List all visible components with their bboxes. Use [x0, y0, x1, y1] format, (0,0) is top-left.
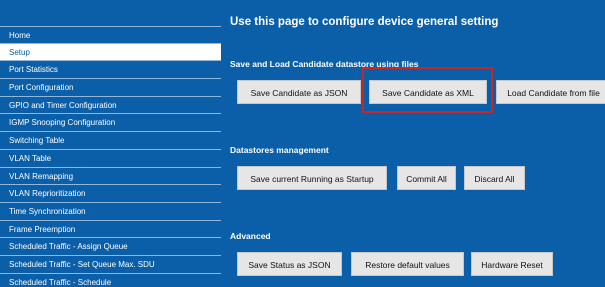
sidebar-item-setup[interactable]: Setup	[0, 43, 221, 62]
page-title: Use this page to configure device genera…	[230, 16, 499, 28]
sidebar-item-frame-preemption[interactable]: Frame Preemption	[0, 221, 221, 239]
sidebar-item-sched-schedule[interactable]: Scheduled Traffic - Schedule	[0, 274, 221, 287]
load-candidate-button[interactable]: Load Candidate from file	[496, 80, 605, 104]
sidebar-item-gpio-timer[interactable]: GPIO and Timer Configuration	[0, 97, 221, 115]
hardware-reset-button[interactable]: Hardware Reset	[471, 252, 553, 276]
commit-all-button[interactable]: Commit All	[397, 166, 456, 190]
discard-all-button[interactable]: Discard All	[464, 166, 525, 190]
section-label-datastores: Datastores management	[230, 145, 329, 155]
sidebar-item-sched-assign-queue[interactable]: Scheduled Traffic - Assign Queue	[0, 238, 221, 256]
main-panel: Use this page to configure device genera…	[221, 0, 605, 287]
save-running-startup-button[interactable]: Save current Running as Startup	[237, 166, 387, 190]
sidebar: Home Setup Port Statistics Port Configur…	[0, 0, 221, 287]
sidebar-item-time-synchronization[interactable]: Time Synchronization	[0, 203, 221, 221]
section-label-advanced: Advanced	[230, 231, 271, 241]
sidebar-item-switching-table[interactable]: Switching Table	[0, 132, 221, 150]
save-candidate-json-button[interactable]: Save Candidate as JSON	[237, 80, 361, 104]
restore-defaults-button[interactable]: Restore default values	[351, 252, 464, 276]
highlight-box	[362, 67, 493, 113]
sidebar-item-home[interactable]: Home	[0, 26, 221, 44]
sidebar-item-vlan-table[interactable]: VLAN Table	[0, 150, 221, 168]
sidebar-item-vlan-reprioritization[interactable]: VLAN Reprioritization	[0, 185, 221, 203]
sidebar-item-igmp-snooping[interactable]: IGMP Snooping Configuration	[0, 114, 221, 133]
sidebar-item-vlan-remapping[interactable]: VLAN Remapping	[0, 168, 221, 186]
sidebar-item-port-statistics[interactable]: Port Statistics	[0, 61, 221, 80]
sidebar-item-port-configuration[interactable]: Port Configuration	[0, 79, 221, 97]
sidebar-item-sched-queue-max-sdu[interactable]: Scheduled Traffic - Set Queue Max. SDU	[0, 256, 221, 274]
save-status-json-button[interactable]: Save Status as JSON	[237, 252, 342, 276]
